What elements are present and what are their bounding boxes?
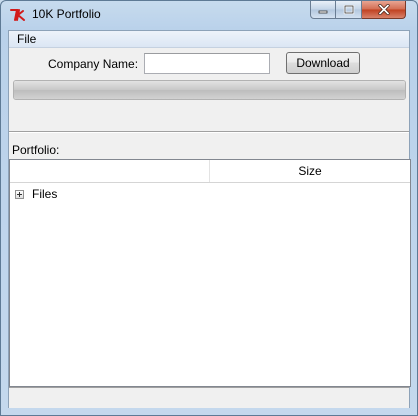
expand-icon[interactable] <box>15 190 24 199</box>
minimize-icon <box>318 10 328 13</box>
separator <box>9 131 409 133</box>
menu-bar: File <box>9 31 409 48</box>
app-window: 10K Portfolio File Company Name: Downloa… <box>0 0 418 416</box>
window-client-area: File Company Name: Download Portfolio: S… <box>8 30 411 408</box>
company-name-input[interactable] <box>144 53 270 74</box>
company-name-label: Company Name: <box>48 57 139 71</box>
maximize-icon <box>343 4 354 14</box>
minimize-button[interactable] <box>310 1 336 19</box>
column-header-size[interactable]: Size <box>210 160 410 182</box>
portfolio-tree[interactable]: Size Files <box>9 159 411 387</box>
download-button[interactable]: Download <box>286 52 360 74</box>
close-icon <box>377 4 390 15</box>
tree-row-files[interactable]: Files <box>10 185 410 203</box>
title-bar[interactable]: 10K Portfolio <box>1 1 417 28</box>
tree-header: Size <box>10 160 410 183</box>
maximize-button[interactable] <box>336 1 362 19</box>
status-bar <box>9 387 409 408</box>
progress-fill <box>14 81 405 99</box>
menu-file[interactable]: File <box>15 32 38 46</box>
portfolio-label: Portfolio: <box>12 143 60 157</box>
close-button[interactable] <box>362 1 406 19</box>
tree-row-label: Files <box>32 187 58 201</box>
download-progress-bar <box>13 80 406 100</box>
column-header-tree[interactable] <box>10 160 210 182</box>
window-title: 10K Portfolio <box>32 7 101 21</box>
tk-feather-icon <box>10 9 25 21</box>
